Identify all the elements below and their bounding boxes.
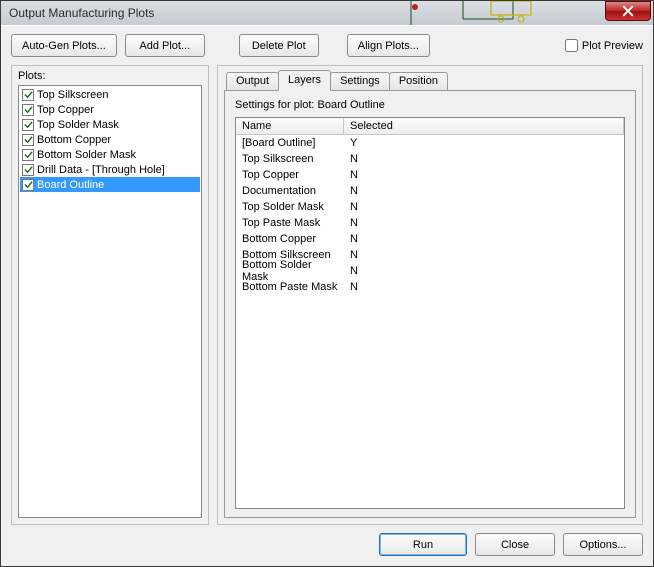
cell-name: [Board Outline] — [236, 137, 344, 149]
delete-plot-button[interactable]: Delete Plot — [239, 34, 319, 57]
plot-item[interactable]: Bottom Copper — [20, 132, 200, 147]
plot-item-checkbox[interactable] — [22, 179, 34, 191]
cell-name: Top Copper — [236, 169, 344, 181]
table-row[interactable]: DocumentationN — [236, 183, 624, 199]
toolbar: Auto-Gen Plots... Add Plot... Delete Plo… — [11, 34, 643, 57]
add-plot-button[interactable]: Add Plot... — [125, 34, 205, 57]
plot-item-label: Board Outline — [37, 179, 104, 191]
check-icon — [24, 180, 33, 189]
plot-item-checkbox[interactable] — [22, 149, 34, 161]
plots-label: Plots: — [18, 70, 202, 82]
plot-item-checkbox[interactable] — [22, 164, 34, 176]
check-icon — [24, 165, 33, 174]
plot-item-label: Bottom Solder Mask — [37, 149, 136, 161]
plot-item-checkbox[interactable] — [22, 119, 34, 131]
cell-selected: N — [344, 201, 624, 213]
table-row[interactable]: Top Solder MaskN — [236, 199, 624, 215]
plot-item-checkbox[interactable] — [22, 104, 34, 116]
layers-table-body: [Board Outline]YTop SilkscreenNTop Coppe… — [236, 135, 624, 295]
main-area: Plots: Top Silkscreen Top Copper Top Solde… — [11, 65, 643, 525]
cell-selected: N — [344, 217, 624, 229]
cell-selected: N — [344, 233, 624, 245]
plot-item-label: Top Silkscreen — [37, 89, 109, 101]
plots-list[interactable]: Top Silkscreen Top Copper Top Solder Mask B… — [18, 85, 202, 518]
plot-item-label: Drill Data - [Through Hole] — [37, 164, 165, 176]
window-title: Output Manufacturing Plots — [9, 6, 154, 20]
plot-item-checkbox[interactable] — [22, 89, 34, 101]
dialog-window: Output Manufacturing Plots — [0, 0, 654, 567]
bottom-bar: Run Close Options... — [11, 533, 643, 556]
cell-name: Bottom Paste Mask — [236, 281, 344, 293]
titlebar[interactable]: Output Manufacturing Plots — [1, 1, 653, 25]
layers-heading: Settings for plot: Board Outline — [235, 99, 625, 111]
cell-selected: N — [344, 169, 624, 181]
plot-item-checkbox[interactable] — [22, 134, 34, 146]
cell-name: Top Silkscreen — [236, 153, 344, 165]
plot-item[interactable]: Top Copper — [20, 102, 200, 117]
options-button[interactable]: Options... — [563, 533, 643, 556]
plot-item[interactable]: Board Outline — [20, 177, 200, 192]
titlebar-decoration — [393, 1, 593, 25]
table-row[interactable]: [Board Outline]Y — [236, 135, 624, 151]
cell-name: Top Solder Mask — [236, 201, 344, 213]
table-row[interactable]: Bottom CopperN — [236, 231, 624, 247]
tab-content-layers: Settings for plot: Board Outline Name Se… — [224, 90, 636, 518]
cell-selected: N — [344, 185, 624, 197]
tab-settings[interactable]: Settings — [330, 72, 390, 91]
plot-item[interactable]: Drill Data - [Through Hole] — [20, 162, 200, 177]
cell-name: Bottom Solder Mask — [236, 259, 344, 283]
tabs-row: OutputLayersSettingsPosition — [224, 70, 636, 91]
plot-preview-input[interactable] — [565, 39, 578, 52]
plot-item-label: Top Solder Mask — [37, 119, 119, 131]
plots-pane: Plots: Top Silkscreen Top Copper Top Solde… — [11, 65, 209, 525]
plot-item-label: Top Copper — [37, 104, 94, 116]
plot-item[interactable]: Bottom Solder Mask — [20, 147, 200, 162]
cell-selected: N — [344, 265, 624, 277]
cell-name: Documentation — [236, 185, 344, 197]
close-button[interactable]: Close — [475, 533, 555, 556]
cell-selected: Y — [344, 137, 624, 149]
details-pane: OutputLayersSettingsPosition Settings fo… — [217, 65, 643, 525]
close-icon — [622, 5, 634, 17]
table-row[interactable]: Top Paste MaskN — [236, 215, 624, 231]
col-header-name[interactable]: Name — [236, 118, 344, 134]
layers-table[interactable]: Name Selected [Board Outline]YTop Silksc… — [235, 117, 625, 509]
cell-name: Top Paste Mask — [236, 217, 344, 229]
plot-preview-checkbox[interactable]: Plot Preview — [565, 39, 643, 52]
window-close-button[interactable] — [605, 1, 651, 21]
table-row[interactable]: Top CopperN — [236, 167, 624, 183]
tab-position[interactable]: Position — [389, 72, 448, 91]
check-icon — [24, 90, 33, 99]
dialog-body: Auto-Gen Plots... Add Plot... Delete Plo… — [1, 25, 653, 566]
plot-item-label: Bottom Copper — [37, 134, 111, 146]
check-icon — [24, 120, 33, 129]
auto-gen-plots-button[interactable]: Auto-Gen Plots... — [11, 34, 117, 57]
check-icon — [24, 150, 33, 159]
plot-item[interactable]: Top Solder Mask — [20, 117, 200, 132]
tab-layers[interactable]: Layers — [278, 70, 331, 91]
cell-name: Bottom Copper — [236, 233, 344, 245]
cell-selected: N — [344, 281, 624, 293]
tab-output[interactable]: Output — [226, 72, 279, 91]
table-row[interactable]: Bottom Paste MaskN — [236, 279, 624, 295]
col-header-selected[interactable]: Selected — [344, 118, 624, 134]
align-plots-button[interactable]: Align Plots... — [347, 34, 430, 57]
table-row[interactable]: Bottom Solder MaskN — [236, 263, 624, 279]
run-button[interactable]: Run — [379, 533, 467, 556]
table-row[interactable]: Top SilkscreenN — [236, 151, 624, 167]
cell-selected: N — [344, 153, 624, 165]
plot-item[interactable]: Top Silkscreen — [20, 87, 200, 102]
cell-selected: N — [344, 249, 624, 261]
layers-table-header[interactable]: Name Selected — [236, 118, 624, 135]
plot-preview-label: Plot Preview — [582, 40, 643, 52]
check-icon — [24, 135, 33, 144]
check-icon — [24, 105, 33, 114]
